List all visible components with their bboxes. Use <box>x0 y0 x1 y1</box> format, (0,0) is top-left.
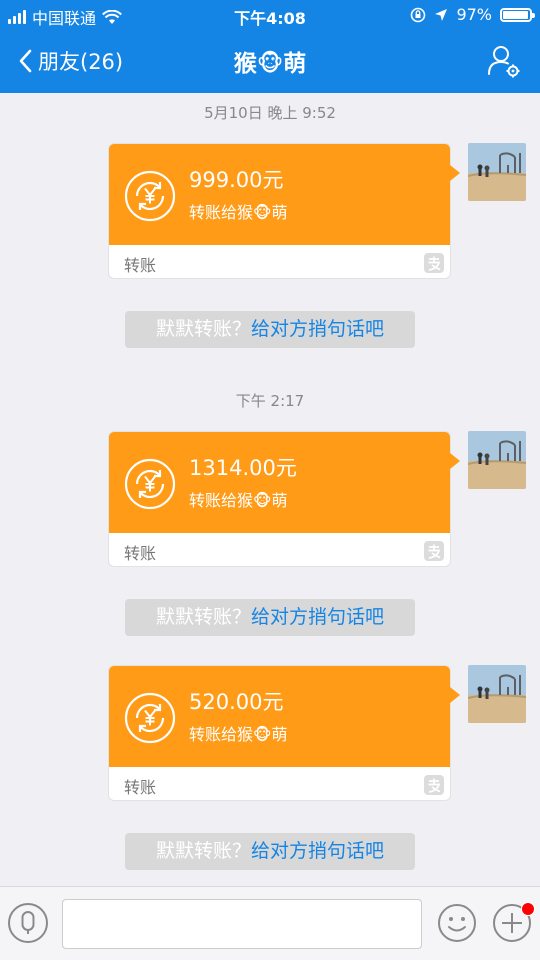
alipay-logo-icon <box>424 541 444 561</box>
avatar-photo <box>468 431 526 489</box>
back-label: 朋友(26) <box>38 50 124 74</box>
bubble-tail <box>450 687 460 703</box>
transfer-card[interactable]: 1314.00元 转账给猴🐵萌 转账 <box>108 431 451 567</box>
transfer-label: 转账 <box>124 544 157 563</box>
alipay-logo-icon <box>424 253 444 273</box>
avatar[interactable] <box>468 143 526 201</box>
alipay-logo-icon <box>424 775 444 795</box>
transfer-amount: 520.00元 <box>189 690 284 714</box>
status-right: 97% <box>410 5 535 24</box>
transfer-message[interactable]: 1314.00元 转账给猴🐵萌 转账 <box>108 431 460 567</box>
add-note-link[interactable]: 给对方捎句话吧 <box>251 606 384 628</box>
battery-percent: 97% <box>456 5 492 24</box>
transfer-description: 转账给猴🐵萌 <box>189 203 288 222</box>
back-button[interactable]: 朋友(26) <box>18 46 123 76</box>
transfer-label: 转账 <box>124 778 157 797</box>
message-hint: 默默转账？给对方捎句话吧 <box>125 311 415 348</box>
yen-transfer-icon <box>124 170 176 222</box>
hint-prefix: 默默转账？ <box>155 318 251 340</box>
avatar-photo <box>468 665 526 723</box>
yen-transfer-icon <box>124 458 176 510</box>
timestamp: 下午 2:17 <box>235 392 305 410</box>
timestamp: 5月10日 晚上 9:52 <box>204 104 336 122</box>
message-hint: 默默转账？给对方捎句话吧 <box>125 833 415 870</box>
nav-bar: 朋友(26) 猴🐵萌 <box>0 30 540 93</box>
transfer-card[interactable]: 999.00元 转账给猴🐵萌 转账 <box>108 143 451 279</box>
bubble-tail <box>450 453 460 469</box>
voice-button[interactable] <box>8 903 48 943</box>
transfer-amount: 1314.00元 <box>189 456 297 480</box>
microphone-icon <box>21 911 35 934</box>
status-bar: 中国联通 下午4:08 97% <box>0 0 540 30</box>
message-input[interactable] <box>62 899 422 949</box>
battery-icon <box>500 7 535 22</box>
transfer-amount: 999.00元 <box>189 168 284 192</box>
transfer-card[interactable]: 520.00元 转账给猴🐵萌 转账 <box>108 665 451 801</box>
chevron-left-icon <box>19 49 32 73</box>
avatar-photo <box>468 143 526 201</box>
location-icon <box>435 8 448 21</box>
transfer-label: 转账 <box>124 256 157 275</box>
transfer-message[interactable]: 999.00元 转账给猴🐵萌 转账 <box>108 143 460 279</box>
avatar[interactable] <box>468 665 526 723</box>
battery-fill <box>503 10 529 19</box>
notification-dot <box>521 902 535 916</box>
transfer-description: 转账给猴🐵萌 <box>189 725 288 744</box>
emoji-icon[interactable] <box>437 903 477 943</box>
bubble-tail <box>450 165 460 181</box>
yen-transfer-icon <box>124 692 176 744</box>
add-note-link[interactable]: 给对方捎句话吧 <box>251 318 384 340</box>
hint-prefix: 默默转账？ <box>155 606 251 628</box>
input-bar <box>0 886 540 960</box>
profile-settings-icon <box>488 46 520 78</box>
orientation-lock-icon <box>411 7 426 22</box>
avatar[interactable] <box>468 431 526 489</box>
message-hint: 默默转账？给对方捎句话吧 <box>125 599 415 636</box>
hint-prefix: 默默转账？ <box>155 840 251 862</box>
transfer-message[interactable]: 520.00元 转账给猴🐵萌 转账 <box>108 665 460 801</box>
profile-settings-button[interactable] <box>486 44 522 80</box>
transfer-description: 转账给猴🐵萌 <box>189 491 288 510</box>
chat-area[interactable]: 5月10日 晚上 9:52 999.00元 转账给猴🐵萌 转账 默默转账？给对方… <box>0 93 540 886</box>
add-note-link[interactable]: 给对方捎句话吧 <box>251 840 384 862</box>
